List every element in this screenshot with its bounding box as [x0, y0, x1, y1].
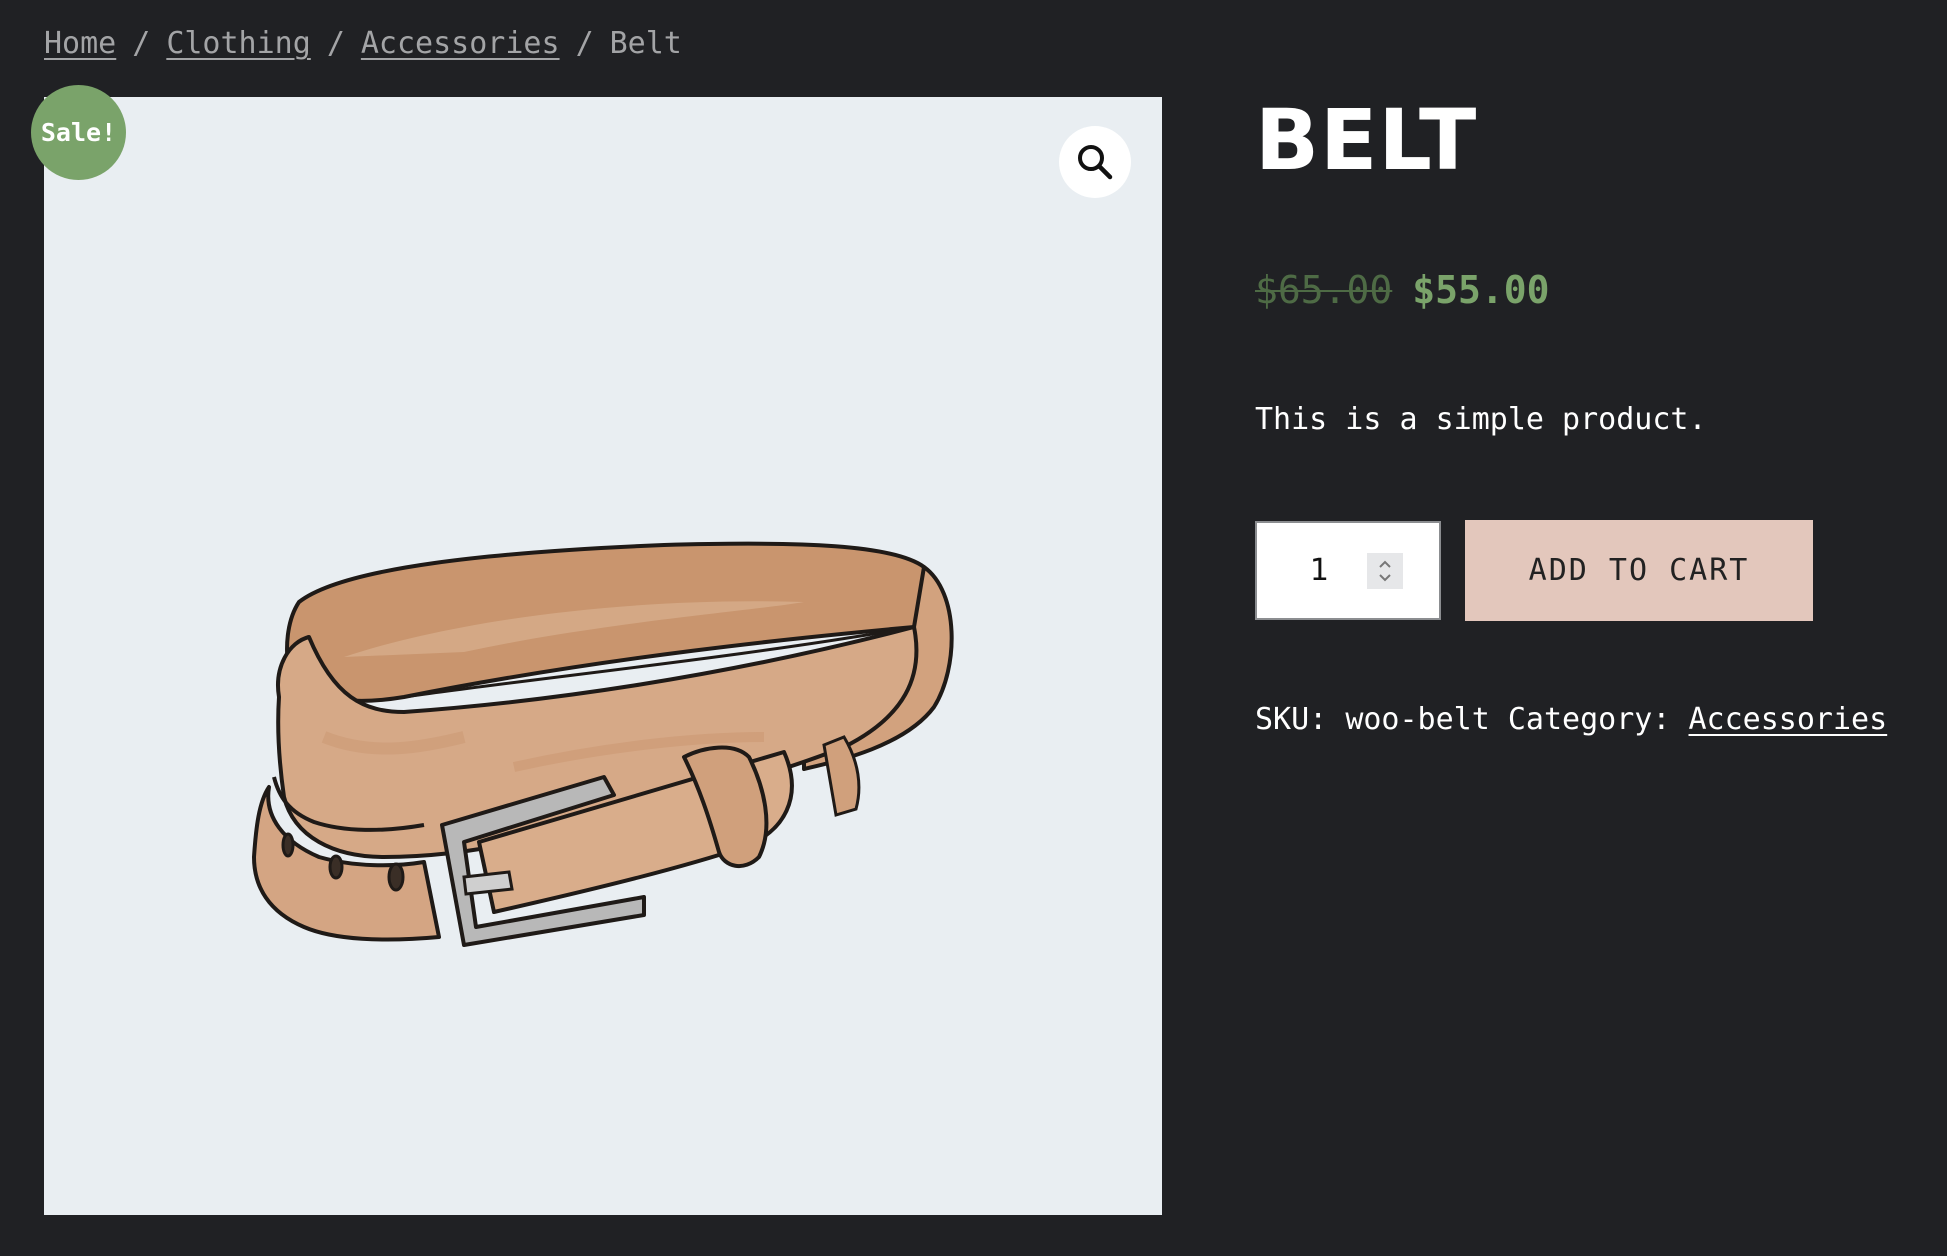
- product-title: BELT: [1255, 91, 1478, 189]
- breadcrumb-home-link[interactable]: Home: [44, 26, 116, 61]
- sale-price: $55.00: [1412, 268, 1550, 312]
- breadcrumb-separator: /: [326, 26, 345, 61]
- chevron-up-down-icon: [1379, 560, 1391, 581]
- add-to-cart-button[interactable]: ADD TO CART: [1465, 520, 1813, 621]
- quantity-stepper[interactable]: [1367, 552, 1403, 589]
- search-icon: [1078, 145, 1113, 180]
- breadcrumb-separator: /: [132, 26, 151, 61]
- category-link[interactable]: Accessories: [1689, 702, 1888, 737]
- sku-label: SKU:: [1255, 702, 1328, 737]
- add-to-cart-form: 1 ADD TO CART: [1255, 520, 1813, 621]
- breadcrumb-current: Belt: [609, 26, 682, 61]
- quantity-input[interactable]: 1: [1255, 521, 1441, 620]
- quantity-value: 1: [1309, 553, 1329, 588]
- category-label: Category:: [1507, 702, 1671, 737]
- sale-badge: Sale!: [31, 85, 126, 180]
- product-summary: BELT $65.00 $55.00 This is a simple produ…: [1255, 90, 1915, 737]
- breadcrumb-accessories-link[interactable]: Accessories: [361, 26, 560, 61]
- product-meta: SKU: woo-belt Category: Accessories: [1255, 702, 1887, 737]
- breadcrumb-separator: /: [575, 26, 594, 61]
- regular-price: $65.00: [1255, 268, 1393, 312]
- belt-product-image[interactable]: [44, 97, 1162, 1215]
- zoom-button[interactable]: [1059, 126, 1131, 198]
- product-price: $65.00 $55.00: [1255, 268, 1550, 312]
- short-description: This is a simple product.: [1255, 402, 1707, 437]
- breadcrumb: Home / Clothing / Accessories / Belt: [44, 26, 682, 61]
- breadcrumb-clothing-link[interactable]: Clothing: [166, 26, 311, 61]
- sku-value: woo-belt: [1345, 702, 1490, 737]
- product-gallery[interactable]: [44, 97, 1162, 1215]
